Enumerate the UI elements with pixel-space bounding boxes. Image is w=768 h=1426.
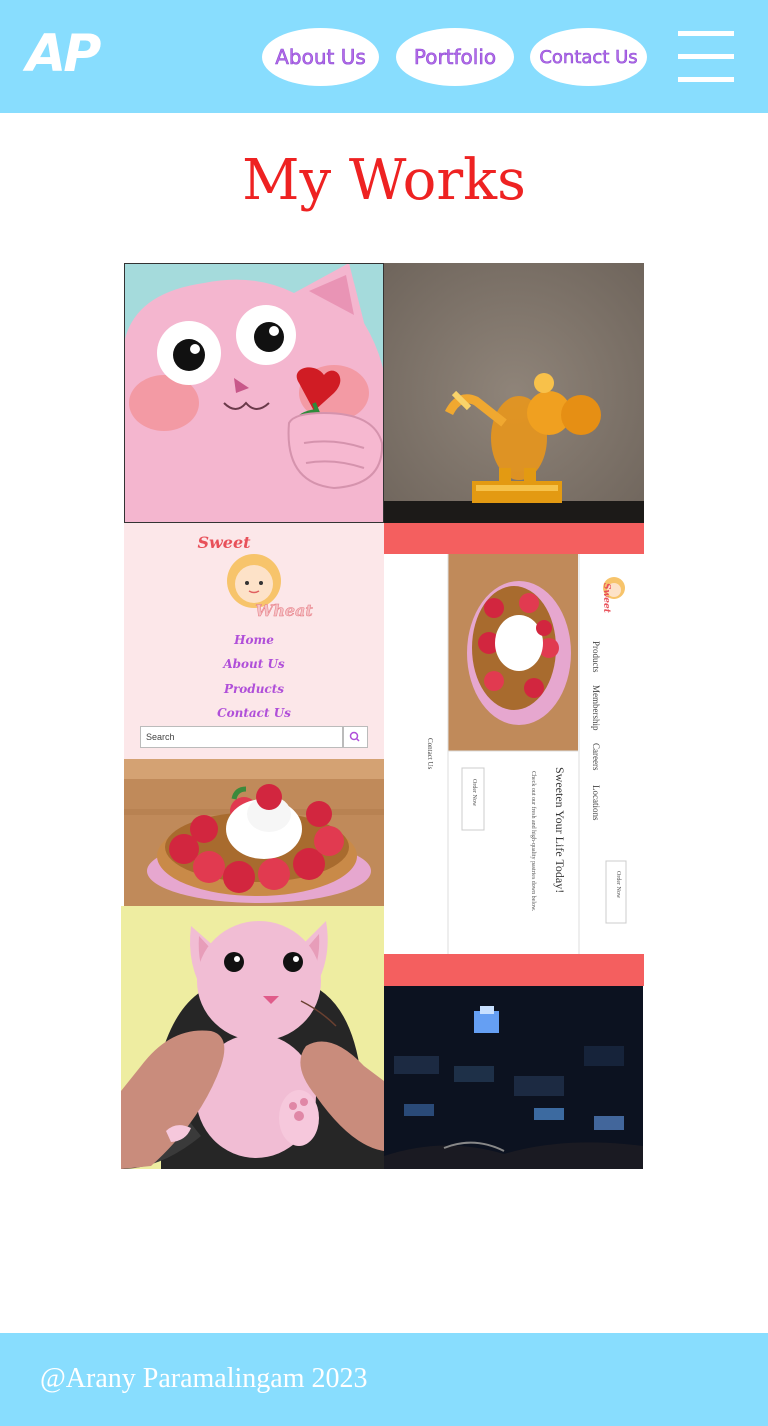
mockup-nav-membership: Membership — [591, 685, 601, 731]
sweet-wheat-menu-about: About Us — [223, 657, 285, 671]
sweet-wheat-menu-contact: Contact Us — [217, 706, 291, 720]
mockup-nav-locations: Locations — [591, 785, 601, 821]
sweet-wheat-brand-bottom: Wheat — [255, 601, 313, 621]
site-logo[interactable]: AP — [26, 24, 101, 84]
glass-figure-image — [384, 263, 644, 523]
work-night-photo[interactable] — [384, 986, 643, 1169]
work-sweet-wheat-mobile[interactable]: Sweet Wheat Home About Us Products Conta… — [124, 523, 384, 907]
mockup-order-now-top: Order Now — [615, 871, 621, 899]
footer-copyright: @Arany Paramalingam 2023 — [40, 1363, 368, 1394]
site-footer: @Arany Paramalingam 2023 — [0, 1333, 768, 1426]
hamburger-menu-icon[interactable] — [678, 31, 734, 83]
mockup-tagline: Check out our fresh and high-quality pas… — [530, 771, 536, 912]
work-sweet-website-mockup[interactable]: Sweet Products Membership Careers Locati… — [384, 523, 644, 986]
magnifier-icon — [343, 726, 368, 748]
sweet-wheat-menu-products: Products — [223, 682, 285, 696]
work-pink-dog-illustration[interactable] — [121, 906, 384, 1169]
pink-cat-image — [124, 263, 384, 523]
work-glass-figure-photo[interactable] — [384, 263, 644, 523]
raspberry-tart-image — [124, 759, 384, 907]
site-header: AP About Us Portfolio Contact Us — [0, 0, 768, 113]
sweet-wheat-search-input: Search — [140, 726, 343, 748]
pink-dog-image — [121, 906, 384, 1169]
nav-portfolio[interactable]: Portfolio — [396, 28, 514, 86]
nav-about-us[interactable]: About Us — [262, 28, 379, 86]
mockup-order-now-bottom: Order Now — [471, 779, 477, 807]
mockup-contact: Contact Us — [426, 738, 434, 770]
sweet-wheat-brand-top: Sweet — [197, 533, 251, 552]
sweet-wheat-menu-home: Home — [234, 633, 274, 647]
night-photo-image — [384, 986, 643, 1169]
mockup-nav-careers: Careers — [591, 743, 601, 771]
mockup-headline: Sweeten Your Life Today! — [553, 767, 567, 894]
work-pink-cat-illustration[interactable] — [124, 263, 384, 523]
page-title: My Works — [242, 148, 526, 213]
mockup-brand: Sweet — [601, 583, 611, 613]
nav-contact-us[interactable]: Contact Us — [530, 28, 647, 86]
mockup-nav-products: Products — [591, 641, 601, 673]
